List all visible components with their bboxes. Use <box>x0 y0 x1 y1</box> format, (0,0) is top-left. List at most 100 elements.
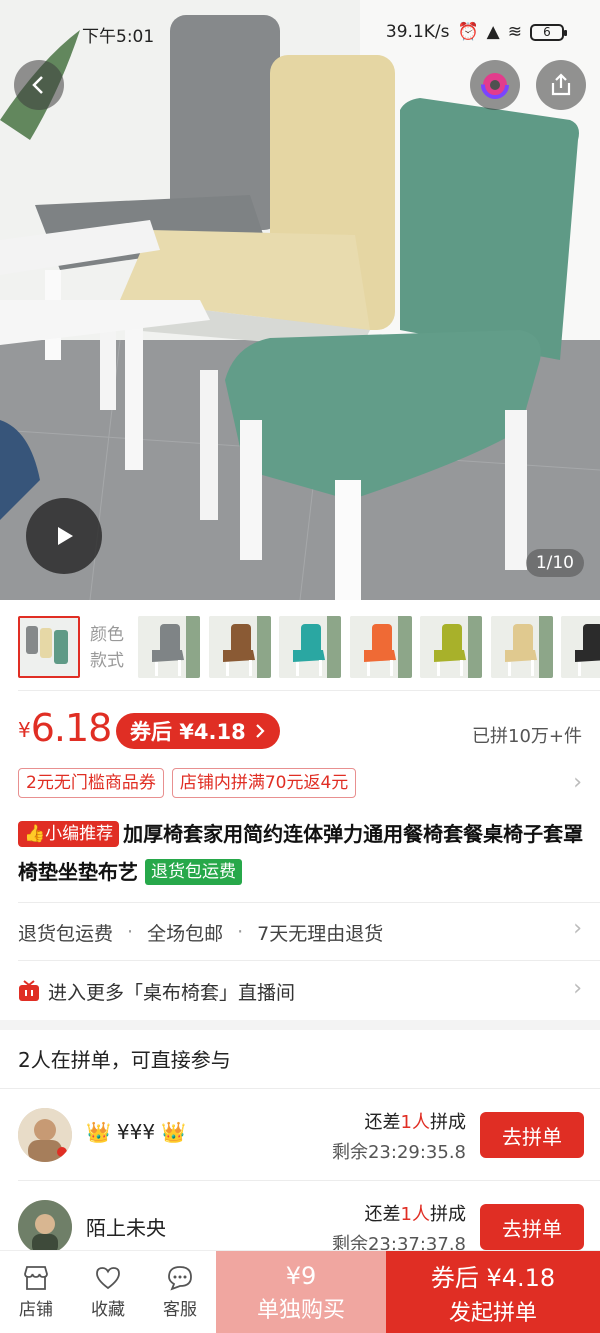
chevron-right-icon[interactable]: › <box>573 770 582 795</box>
store-label: 店铺 <box>19 1300 53 1320</box>
heart-icon <box>96 1267 120 1290</box>
avatar-image <box>18 1108 72 1162</box>
favorite-button[interactable]: 收藏 <box>72 1251 144 1333</box>
group-price: 券后 ¥4.18 <box>430 1264 556 1292</box>
join-group-button[interactable]: 去拼单 <box>480 1204 584 1250</box>
group-need-text: 还差1人拼成 <box>365 1200 466 1226</box>
status-right: 39.1K/s ⏰ ▲ ≋ 6 <box>385 22 567 42</box>
avatar <box>18 1200 72 1254</box>
network-speed: 39.1K/s <box>385 22 450 42</box>
brand-button[interactable] <box>470 60 520 110</box>
back-button[interactable] <box>14 60 64 110</box>
group-user-name: 👑 ¥¥¥ 👑 <box>86 1120 186 1144</box>
color-swatch-thumbnail[interactable] <box>561 616 600 678</box>
option-label-color: 颜色 <box>90 625 124 645</box>
need-prefix: 还差 <box>364 1204 401 1225</box>
color-swatch-thumbnail[interactable] <box>279 616 341 678</box>
coupon-tag[interactable]: 2元无门槛商品券 <box>18 768 164 798</box>
live-room-entry[interactable]: 进入更多「桌布椅套」直播间 <box>18 964 582 1018</box>
status-bar: 下午5:01 39.1K/s ⏰ ▲ ≋ 6 <box>0 18 600 50</box>
need-count: 1人 <box>400 1204 430 1225</box>
color-swatch-thumbnail[interactable] <box>138 616 200 678</box>
chair-thumbnail-image <box>420 616 482 678</box>
recommend-badge: 👍小编推荐 <box>18 821 120 847</box>
start-group-button[interactable]: 券后 ¥4.18 发起拼单 <box>386 1251 600 1333</box>
customer-service-label: 客服 <box>163 1300 197 1320</box>
status-time: 下午5:01 <box>82 27 155 47</box>
wifi-icon: ≋ <box>507 22 522 42</box>
need-suffix: 拼成 <box>430 1204 466 1225</box>
promo-tag[interactable]: 店铺内拼满70元返4元 <box>171 768 357 798</box>
divider <box>18 690 600 691</box>
store-button[interactable]: 店铺 <box>0 1251 72 1333</box>
chair-thumbnail-image <box>349 616 412 678</box>
divider <box>0 1088 600 1089</box>
crown-icon: 👑 <box>86 1120 111 1144</box>
chair-thumbnail-image <box>20 618 78 676</box>
need-prefix: 还差 <box>364 1112 401 1133</box>
user-name-text: 陌上未央 <box>86 1216 166 1240</box>
signal-icon: ▲ <box>486 22 500 42</box>
user-name-text: ¥¥¥ <box>116 1120 156 1144</box>
favorite-label: 收藏 <box>91 1300 125 1320</box>
chat-icon <box>168 1266 192 1291</box>
recommend-badge-text: 小编推荐 <box>45 824 114 844</box>
divider <box>18 1180 600 1181</box>
return-shipping-badge: 退货包运费 <box>144 859 242 885</box>
color-swatch-thumbnail[interactable] <box>349 616 412 678</box>
option-label: 颜色 款式 <box>90 622 130 674</box>
color-swatch-thumbnail[interactable] <box>420 616 482 678</box>
share-button[interactable] <box>536 60 586 110</box>
brand-logo-icon <box>481 71 509 99</box>
live-room-text: 进入更多「桌布椅套」直播间 <box>48 981 296 1004</box>
service-item: 全场包邮 <box>147 922 224 945</box>
separator: · <box>237 921 244 943</box>
separator: · <box>127 921 134 943</box>
need-count: 1人 <box>400 1112 430 1133</box>
avatar <box>18 1108 72 1162</box>
price-currency: ¥ <box>18 718 31 742</box>
divider <box>18 960 600 961</box>
customer-service-button[interactable]: 客服 <box>144 1251 216 1333</box>
battery-icon: 6 <box>530 23 567 41</box>
coupon-price-label: 券后 ¥4.18 <box>130 720 246 744</box>
live-gift-icon <box>19 980 39 1001</box>
chevron-right-icon <box>255 724 265 738</box>
section-gap <box>0 1020 600 1030</box>
product-title: 👍小编推荐 加厚椅套家用简约连体弹力通用餐椅套餐桌椅子套罩椅垫坐垫布艺 退货包运费 <box>18 815 588 891</box>
thumbnail-selected[interactable] <box>18 616 80 678</box>
current-price: ¥6.18 <box>18 706 113 750</box>
option-label-style: 款式 <box>90 651 124 671</box>
group-need-text: 还差1人拼成 <box>365 1108 466 1134</box>
product-image-carousel[interactable]: 下午5:01 39.1K/s ⏰ ▲ ≋ 6 1/10 <box>0 0 600 600</box>
single-label: 单独购买 <box>256 1297 345 1323</box>
chevron-right-icon[interactable]: › <box>573 976 582 1001</box>
coupon-tags[interactable]: 2元无门槛商品券 店铺内拼满70元返4元 <box>18 768 357 798</box>
crown-icon: 👑 <box>161 1120 186 1144</box>
group-label: 发起拼单 <box>448 1301 537 1326</box>
play-icon <box>58 527 73 545</box>
sold-count: 已拼10万+件 <box>472 726 582 747</box>
chair-thumbnail-image <box>279 616 341 678</box>
store-icon <box>24 1266 48 1290</box>
group-buy-heading: 2人在拼单，可直接参与 <box>18 1048 231 1072</box>
alarm-icon: ⏰ <box>457 22 479 42</box>
play-video-button[interactable] <box>26 498 102 574</box>
price-row: ¥6.18 券后 ¥4.18 已拼10万+件 <box>0 706 600 762</box>
chevron-left-icon <box>32 76 43 94</box>
group-user-name: 陌上未央 <box>86 1212 166 1241</box>
countdown-timer: 剩余23:29:35.8 <box>331 1142 466 1163</box>
price-value: 6.18 <box>30 706 113 750</box>
bottom-action-bar: 店铺 收藏 客服 ¥9 单独购买 券后 ¥4.18 发起拼单 <box>0 1250 600 1333</box>
chevron-right-icon[interactable]: › <box>573 916 582 941</box>
sku-thumbnail-strip: 颜色 款式 <box>0 608 600 688</box>
service-item: 退货包运费 <box>18 922 114 945</box>
color-swatch-thumbnail[interactable] <box>208 616 271 678</box>
buy-single-button[interactable]: ¥9 单独购买 <box>216 1251 386 1333</box>
service-guarantee-row[interactable]: 退货包运费 · 全场包邮 · 7天无理由退货 <box>18 905 582 959</box>
color-swatch-thumbnail[interactable] <box>490 616 553 678</box>
coupon-price-pill[interactable]: 券后 ¥4.18 <box>116 713 280 749</box>
chair-thumbnail-image <box>208 616 271 678</box>
chair-thumbnail-image <box>490 616 553 678</box>
join-group-button[interactable]: 去拼单 <box>480 1112 584 1158</box>
